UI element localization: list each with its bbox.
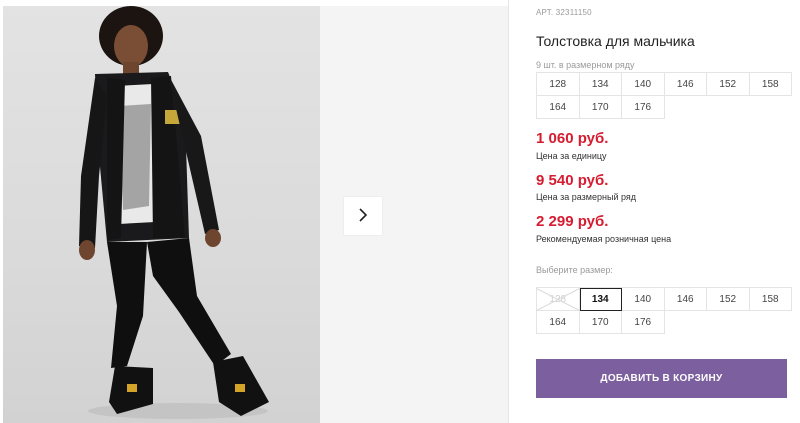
product-title: Толстовка для мальчика xyxy=(536,33,695,49)
retail-price: 2 299 руб. xyxy=(536,213,609,230)
size-option-170[interactable]: 170 xyxy=(579,311,622,334)
size-option-128: 128 xyxy=(537,288,580,311)
pack-size-cell: 176 xyxy=(622,96,665,119)
size-option-134[interactable]: 134 xyxy=(579,288,622,311)
retail-price-label: Рекомендуемая розничная цена xyxy=(536,234,672,244)
pack-price-label: Цена за размерный ряд xyxy=(536,192,637,202)
size-option-176[interactable]: 176 xyxy=(622,311,665,334)
pack-size-cell: 158 xyxy=(749,73,792,96)
boy-model-illustration xyxy=(79,6,269,419)
pack-size-label: 9 шт. в размерном ряду xyxy=(536,60,635,70)
product-photo xyxy=(3,6,320,423)
next-image-button[interactable] xyxy=(344,197,382,235)
size-selector: 128 134 140 146 152 158 164 170 176 xyxy=(536,287,792,334)
size-option-164[interactable]: 164 xyxy=(537,311,580,334)
size-option-152[interactable]: 152 xyxy=(707,288,750,311)
size-option-158[interactable]: 158 xyxy=(749,288,792,311)
unit-price-label: Цена за единицу xyxy=(536,151,607,161)
pack-size-cell: 170 xyxy=(579,96,622,119)
product-sku: АРТ. 32311150 xyxy=(536,8,592,17)
add-to-cart-button[interactable]: ДОБАВИТЬ В КОРЗИНУ xyxy=(536,359,787,398)
pack-size-cell: 164 xyxy=(537,96,580,119)
size-option-140[interactable]: 140 xyxy=(622,288,665,311)
size-option-146[interactable]: 146 xyxy=(664,288,707,311)
pack-price: 9 540 руб. xyxy=(536,172,609,189)
pack-size-cell: 140 xyxy=(622,73,665,96)
pack-size-grid: 128 134 140 146 152 158 164 170 176 xyxy=(536,72,792,119)
select-size-label: Выберите размер: xyxy=(536,265,613,275)
product-gallery xyxy=(0,0,509,423)
unit-price: 1 060 руб. xyxy=(536,130,609,147)
pack-size-cell: 152 xyxy=(707,73,750,96)
pack-size-cell: 146 xyxy=(664,73,707,96)
pack-size-cell: 128 xyxy=(537,73,580,96)
chevron-right-icon xyxy=(357,207,369,226)
pack-size-cell: 134 xyxy=(579,73,622,96)
